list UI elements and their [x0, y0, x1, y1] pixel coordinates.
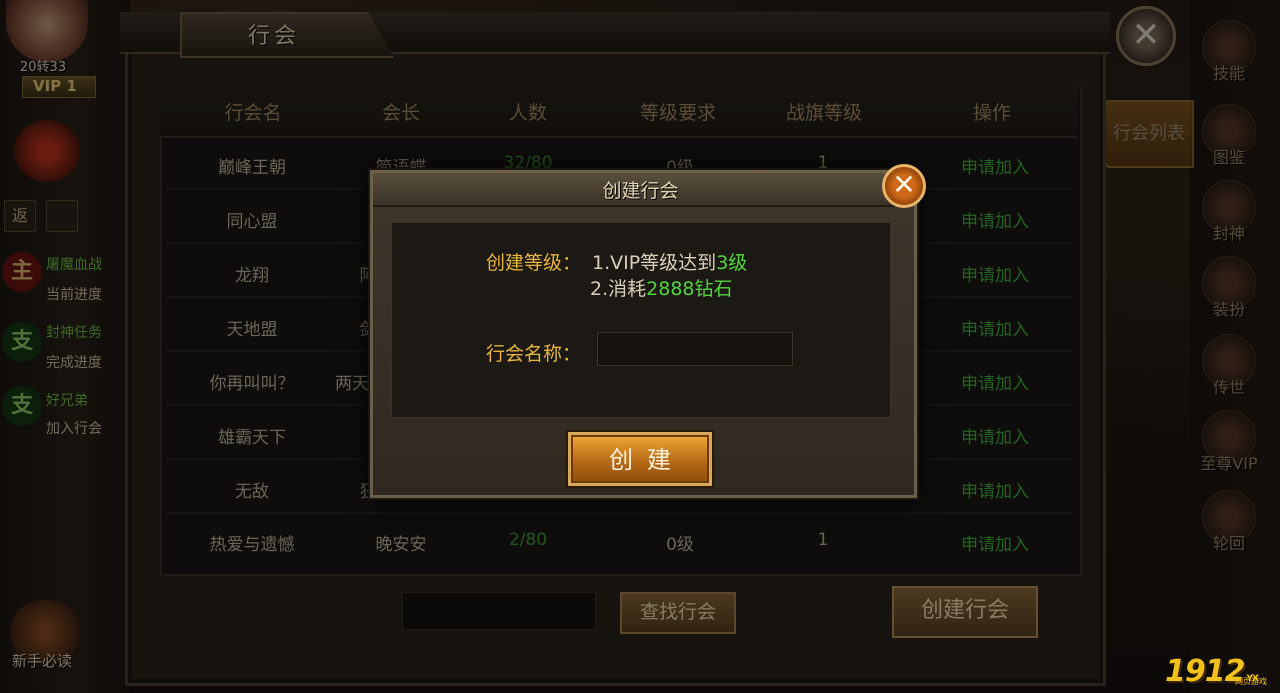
requirement-vip-text: 1.VIP等级达到	[592, 252, 717, 274]
requirement-vip-value: 3级	[716, 252, 748, 274]
guild-name-label: 行会名称：	[486, 343, 582, 365]
requirement-cost-value: 2888钻石	[646, 278, 733, 300]
guild-name-input[interactable]	[597, 332, 793, 366]
create-button[interactable]: 创建	[568, 432, 712, 486]
create-requirement-label: 创建等级：	[486, 252, 582, 274]
dialog-close-button[interactable]: ✕	[882, 164, 926, 208]
close-icon: ✕	[892, 168, 916, 201]
watermark-text: 1912	[1165, 654, 1245, 689]
requirement-cost: 2.消耗2888钻石	[590, 274, 733, 301]
watermark-subtext: 网页游戏	[1235, 677, 1267, 686]
requirement-vip: 1.VIP等级达到3级	[592, 248, 747, 275]
requirement-cost-text: 2.消耗	[590, 278, 647, 300]
dialog-title: 创建行会	[602, 180, 679, 202]
